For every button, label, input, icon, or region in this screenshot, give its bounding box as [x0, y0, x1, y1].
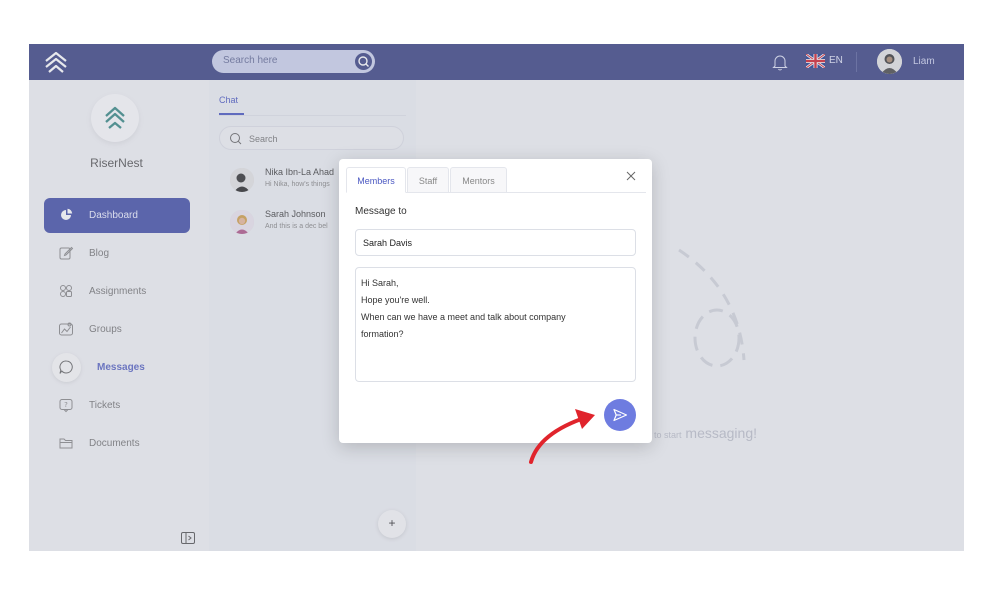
annotation-arrow-icon — [529, 409, 595, 464]
message-line: Hi Sarah, — [361, 278, 399, 288]
send-button[interactable] — [604, 399, 636, 431]
tab-mentors[interactable]: Mentors — [450, 167, 507, 193]
message-line: When can we have a meet and talk about c… — [361, 312, 566, 322]
tab-members[interactable]: Members — [346, 167, 406, 193]
tab-staff[interactable]: Staff — [407, 167, 449, 193]
message-textarea[interactable]: Hi Sarah, Hope you're well. When can we … — [355, 267, 636, 382]
app-window: Search here EN Liam RiserNest Dashboard … — [29, 44, 964, 551]
close-icon[interactable] — [624, 169, 638, 183]
new-message-modal: Members Staff Mentors Message to Sarah D… — [339, 159, 652, 443]
recipient-field[interactable]: Sarah Davis — [355, 229, 636, 256]
message-to-label: Message to — [355, 206, 407, 217]
send-icon — [613, 408, 628, 422]
message-line: Hope you're well. — [361, 295, 430, 305]
message-line: formation? — [361, 329, 404, 339]
